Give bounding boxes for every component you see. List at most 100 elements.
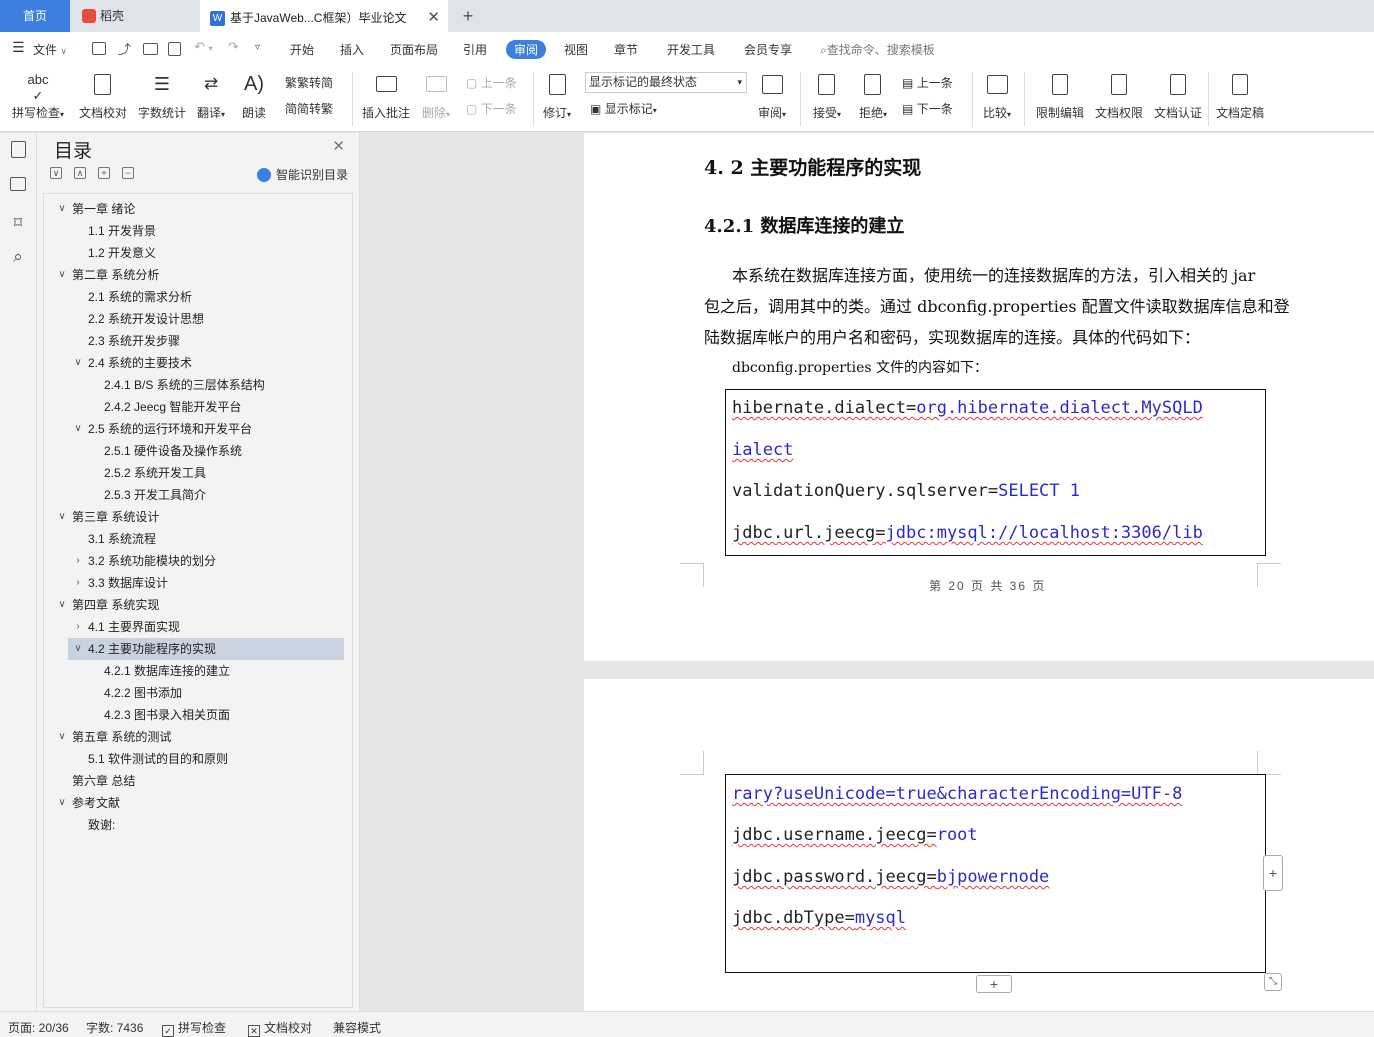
toc-item-selected[interactable]: ∨ 4.2 主要功能程序的实现: [68, 638, 344, 660]
close-tab-icon[interactable]: ✕: [427, 2, 440, 34]
print-preview-icon[interactable]: [168, 42, 181, 56]
toc-item[interactable]: 2.5.3 开发工具简介: [104, 484, 206, 506]
prev-change-icon: ▤: [902, 76, 914, 90]
restrict-editing-button[interactable]: 限制编辑: [1033, 72, 1087, 121]
tab-docer[interactable]: 稻壳: [70, 0, 200, 32]
toc-item[interactable]: 2.2 系统开发设计思想: [88, 308, 204, 330]
menu-start[interactable]: 开始: [290, 41, 314, 58]
toc-item[interactable]: ∨ 第一章 绪论: [58, 198, 135, 220]
compare-button[interactable]: 比较▾: [978, 72, 1016, 121]
outline-panel-icon[interactable]: [10, 177, 26, 191]
next-comment-button[interactable]: ▢ 下一条: [466, 100, 517, 117]
add-row-button[interactable]: +: [976, 975, 1012, 993]
tab-home[interactable]: 首页: [0, 0, 70, 32]
toc-pane: 目录 ✕ ∨ ∧ + − 智能识别目录 ∨ 第一章 绪论 1.1 开发背景 1.2…: [37, 133, 360, 1011]
toc-item[interactable]: 4.2.2 图书添加: [104, 682, 182, 704]
toc-item[interactable]: 第六章 总结: [72, 770, 135, 792]
toc-item[interactable]: ∨ 第三章 系统设计: [58, 506, 159, 528]
show-markup-button[interactable]: ▣ 显示标记▾: [590, 100, 657, 117]
print-icon[interactable]: [143, 43, 158, 55]
command-search[interactable]: ⌕查找命令、搜索模板: [820, 41, 935, 58]
next-change-button[interactable]: ▤ 下一条: [902, 100, 953, 117]
remove-level-icon[interactable]: −: [122, 167, 134, 179]
add-level-icon[interactable]: +: [98, 167, 110, 179]
expand-up-icon[interactable]: ∧: [74, 167, 86, 179]
status-spell-check[interactable]: ✓ 拼写检查: [162, 1019, 226, 1037]
tab-document[interactable]: W 基于JavaWeb...C框架）毕业论文 ✕: [200, 0, 448, 32]
toc-item[interactable]: ∨ 第四章 系统实现: [58, 594, 159, 616]
collapse-all-icon[interactable]: ∨: [50, 167, 62, 179]
menu-developer[interactable]: 开发工具: [667, 41, 715, 58]
doc-certify-button[interactable]: 文档认证: [1151, 72, 1205, 121]
toc-item[interactable]: ∨ 2.5 系统的运行环境和开发平台: [74, 418, 252, 440]
prev-change-button[interactable]: ▤ 上一条: [902, 74, 953, 91]
toc-item[interactable]: ∨ 参考文献: [58, 792, 120, 814]
simp-to-trad-button[interactable]: 简简转繁: [285, 100, 333, 117]
translate-button[interactable]: ⇄ 翻译▾: [193, 72, 229, 121]
resize-table-icon[interactable]: ⤡: [1264, 973, 1282, 991]
close-icon[interactable]: ✕: [332, 137, 345, 155]
review-pane-button[interactable]: 审阅▾: [754, 72, 790, 121]
word-count-indicator[interactable]: 字数: 7436: [86, 1019, 143, 1036]
toc-item[interactable]: ∨ 第五章 系统的测试: [58, 726, 171, 748]
menu-chapter[interactable]: 章节: [614, 41, 638, 58]
hamburger-icon[interactable]: ☰: [12, 39, 25, 56]
markup-state-select[interactable]: 显示标记的最终状态 ▾: [585, 72, 747, 93]
add-column-button[interactable]: +: [1263, 855, 1283, 891]
toc-item[interactable]: 2.5.2 系统开发工具: [104, 462, 206, 484]
toc-item[interactable]: 致谢:: [88, 814, 115, 836]
toc-item[interactable]: ∨ 2.4 系统的主要技术: [74, 352, 192, 374]
toc-item[interactable]: › 3.3 数据库设计: [76, 572, 168, 594]
smart-toc-button[interactable]: 智能识别目录: [257, 166, 348, 183]
word-count-button[interactable]: ☰ 字数统计: [136, 72, 188, 121]
accept-button[interactable]: 接受▾: [808, 72, 846, 121]
track-changes-button[interactable]: 修订▾: [538, 72, 576, 121]
prev-comment-button[interactable]: ▢ 上一条: [466, 74, 517, 91]
menu-member[interactable]: 会员专享: [744, 41, 792, 58]
toc-panel-icon[interactable]: [11, 141, 26, 158]
toc-item[interactable]: › 3.2 系统功能模块的划分: [76, 550, 216, 572]
redo-icon[interactable]: ↷: [228, 39, 239, 55]
toc-item[interactable]: 3.1 系统流程: [88, 528, 156, 550]
menu-insert[interactable]: 插入: [340, 41, 364, 58]
menu-review[interactable]: 审阅: [506, 40, 547, 59]
status-proofread[interactable]: ✕ 文档校对: [248, 1019, 312, 1037]
toc-item[interactable]: 2.4.2 Jeecg 智能开发平台: [104, 396, 241, 418]
proofread-button[interactable]: 文档校对: [76, 72, 130, 121]
toc-item[interactable]: 2.5.1 硬件设备及操作系统: [104, 440, 242, 462]
toc-item[interactable]: 1.2 开发意义: [88, 242, 156, 264]
toc-item[interactable]: 4.2.1 数据库连接的建立: [104, 660, 230, 682]
find-icon[interactable]: ⌕: [9, 247, 27, 266]
menu-reference[interactable]: 引用: [463, 41, 487, 58]
toc-item[interactable]: 2.1 系统的需求分析: [88, 286, 192, 308]
finalize-button[interactable]: 文档定稿: [1213, 72, 1267, 121]
toc-item[interactable]: › 4.1 主要界面实现: [76, 616, 180, 638]
export-icon[interactable]: ⤴: [118, 39, 131, 58]
menu-page-layout[interactable]: 页面布局: [390, 41, 438, 58]
trad-to-simp-button[interactable]: 繁繁转简: [285, 74, 333, 91]
insert-comment-button[interactable]: 插入批注: [360, 72, 412, 121]
toc-item[interactable]: 1.1 开发背景: [88, 220, 156, 242]
toc-item[interactable]: ∨ 第二章 系统分析: [58, 264, 159, 286]
quick-access-dropdown-icon[interactable]: ▿: [255, 42, 260, 53]
page-indicator[interactable]: 页面: 20/36: [8, 1019, 69, 1036]
new-tab-button[interactable]: +: [458, 0, 478, 32]
chevron-right-icon: ›: [76, 555, 80, 566]
toc-item[interactable]: 2.4.1 B/S 系统的三层体系结构: [104, 374, 265, 396]
save-icon[interactable]: [92, 42, 106, 55]
menu-file[interactable]: 文件 ∨: [33, 41, 67, 58]
undo-icon[interactable]: ↶ ▾: [194, 39, 213, 55]
delete-comment-button[interactable]: 删除▾: [418, 72, 454, 121]
document-canvas[interactable]: 4. 2 主要功能程序的实现 4.2.1 数据库连接的建立 本系统在数据库连接方…: [361, 133, 1374, 1011]
doc-permission-button[interactable]: 文档权限: [1092, 72, 1146, 121]
menu-view[interactable]: 视图: [564, 41, 588, 58]
toc-item[interactable]: 4.2.3 图书录入相关页面: [104, 704, 230, 726]
spell-check-button[interactable]: abc ✓ 拼写检查▾: [8, 72, 68, 121]
bookmark-icon[interactable]: ⌑: [9, 213, 27, 232]
toc-item[interactable]: 5.1 软件测试的目的和原则: [88, 748, 228, 770]
read-aloud-button[interactable]: A) 朗读: [239, 72, 269, 121]
chevron-down-icon: ∨: [58, 797, 66, 808]
body-paragraph: 包之后，调用其中的类。通过 dbconfig.properties 配置文件读取…: [704, 297, 1290, 316]
reject-button[interactable]: 拒绝▾: [854, 72, 892, 121]
toc-item[interactable]: 2.3 系统开发步骤: [88, 330, 180, 352]
